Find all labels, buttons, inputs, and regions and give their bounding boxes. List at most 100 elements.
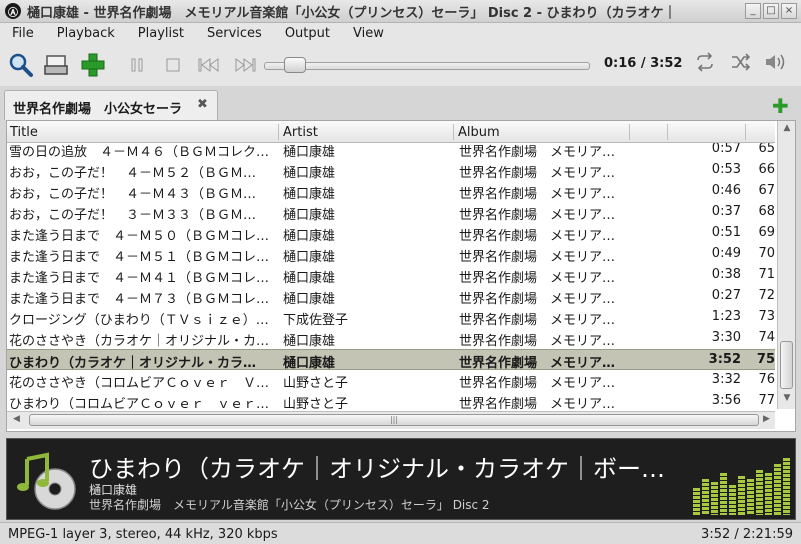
vu-bar-gap [774,491,781,492]
track-length-cell: 3:32 [711,372,741,387]
track-title-cell: また逢う日まで ４－Ｍ５０（ＢＧＭコレ… [9,229,270,244]
vu-bar-gap [783,493,790,494]
vu-bar-gap [783,481,790,482]
column-title[interactable]: Title [10,125,38,140]
vu-bar-gap [720,476,727,477]
close-button[interactable]: × [781,3,797,19]
menu-output[interactable]: Output [273,26,341,41]
pause-icon [131,58,143,72]
vu-bar-gap [783,505,790,506]
menu-playback[interactable]: Playback [45,26,126,41]
vu-bar [756,470,763,515]
table-row[interactable]: おお，この子だ！ ４－Ｍ４３（ＢＧＭ… 樋口康雄 世界名作劇場 メモリア… 0:46 6… [7,181,775,202]
vu-bar-gap [756,489,763,490]
vu-bar-gap [774,507,781,508]
vu-bar-gap [693,507,700,508]
search-icon [9,53,33,77]
scroll-left-icon[interactable]: ◀ [13,414,20,424]
menu-file[interactable]: File [0,26,45,41]
track-length-cell: 3:56 [711,393,741,408]
stop-button[interactable] [158,50,188,80]
table-row[interactable]: 花のささやき（カラオケ｜オリジナル・カ… 樋口康雄 世界名作劇場 メモリア… 3:30… [7,328,775,349]
column-separator [629,124,630,140]
table-row[interactable]: ひまわり（カラオケ｜オリジナル・カラ… 樋口康雄 世界名作劇場 メモリア… 3:52 7… [7,349,775,371]
track-number-cell: 77 [758,393,775,408]
now-playing-title: ひまわり（カラオケ｜オリジナル・カラオケ｜ボー… [89,455,665,483]
vu-bar-gap [783,513,790,514]
table-row[interactable]: また逢う日まで ４－Ｍ４１（ＢＧＭコレ… 樋口康雄 世界名作劇場 メモリア… 0:38… [7,265,775,286]
vu-bar-gap [774,467,781,468]
vu-bar-gap [756,485,763,486]
vu-bar-gap [729,496,736,497]
track-number-cell: 70 [758,246,775,261]
vu-bar-gap [729,488,736,489]
previous-button[interactable] [194,50,224,80]
volume-button[interactable] [764,52,788,77]
track-number-cell: 66 [758,162,775,177]
column-artist[interactable]: Artist [283,125,318,140]
open-button[interactable] [42,50,72,80]
track-album-cell: 世界名作劇場 メモリア… [459,271,616,286]
table-row[interactable]: おお，この子だ！ ４－Ｍ５２（ＢＧＭ… 樋口康雄 世界名作劇場 メモリア… 0:53 6… [7,160,775,181]
track-title-cell: また逢う日まで ４－Ｍ４１（ＢＧＭコレ… [9,271,270,286]
track-length-cell: 1:23 [711,309,741,324]
table-row[interactable]: ひまわり（コロムビアＣｏｖｅｒ ｖｅｒ… 山野さと子 世界名作劇場 メモリア… 3:5… [7,391,775,409]
track-album-cell: 世界名作劇場 メモリア… [459,166,616,181]
vu-bar-gap [711,485,718,486]
track-artist-cell: 樋口康雄 [283,271,336,286]
track-number-cell: 68 [758,204,775,219]
seek-handle[interactable] [284,57,306,73]
vertical-scroll-thumb[interactable] [780,341,793,389]
pause-button[interactable] [122,50,152,80]
track-list: 雪の日の追放 ４－Ｍ４６（ＢＧＭコレク… 樋口康雄 世界名作劇場 メモリア… 0:57… [7,143,775,409]
table-row[interactable]: 花のささやき（コロムビアＣｏｖｅｒ Ｖ… 山野さと子 世界名作劇場 メモリア… 3:3… [7,370,775,391]
track-length-cell: 0:49 [711,246,741,261]
vu-bar-gap [702,482,709,483]
scroll-right-icon[interactable]: ▶ [763,414,770,424]
maximize-button[interactable]: □ [763,3,779,19]
repeat-button[interactable] [694,52,716,77]
seek-bar[interactable] [264,62,590,70]
vu-bar-gap [738,491,745,492]
search-button[interactable] [6,50,36,80]
table-row[interactable]: また逢う日まで ４－Ｍ７３（ＢＧＭコレ… 樋口康雄 世界名作劇場 メモリア… 0:27… [7,286,775,307]
table-row[interactable]: また逢う日まで ４－Ｍ５１（ＢＧＭコレ… 樋口康雄 世界名作劇場 メモリア… 0:49… [7,244,775,265]
table-row[interactable]: おお，この子だ！ ３－Ｍ３３（ＢＧＭ… 樋口康雄 世界名作劇場 メモリア… 0:37 6… [7,202,775,223]
table-row[interactable]: また逢う日まで ４－Ｍ５０（ＢＧＭコレ… 樋口康雄 世界名作劇場 メモリア… 0:51… [7,223,775,244]
menu-playlist[interactable]: Playlist [126,26,195,41]
vu-bar-gap [738,503,745,504]
menubar: File Playback Playlist Services Output V… [0,23,801,44]
vu-bar-gap [747,482,754,483]
column-album[interactable]: Album [458,125,500,140]
close-tab-icon[interactable]: ✖ [197,97,208,112]
next-button[interactable] [230,50,260,80]
vu-bar-gap [747,490,754,491]
horizontal-scrollbar[interactable]: ◀ ||| ▶ [7,411,775,429]
playlist-tab[interactable]: 世界名作劇場 小公女セーラ ✖ [4,90,218,120]
vu-bar-gap [720,480,727,481]
playlist-tab-label: 世界名作劇場 小公女セーラ [13,102,183,117]
track-album-cell: 世界名作劇場 メモリア… [459,376,616,391]
vu-bar-gap [774,487,781,488]
horizontal-scroll-thumb[interactable]: ||| [29,414,759,426]
vu-bar-gap [765,488,772,489]
track-title-cell: おお，この子だ！ ４－Ｍ４３（ＢＧＭ… [9,187,257,202]
add-playlist-icon[interactable]: ✚ [772,94,789,118]
open-folder-icon [44,55,68,75]
vertical-scrollbar[interactable]: ▲ ▼ [777,121,795,409]
add-button[interactable] [78,50,108,80]
vu-bar-gap [720,508,727,509]
status-time: 3:52 / 2:21:59 [701,527,793,542]
minimize-button[interactable]: _ [745,3,761,19]
table-row[interactable]: 雪の日の追放 ４－Ｍ４６（ＢＧＭコレク… 樋口康雄 世界名作劇場 メモリア… 0:57… [7,143,775,160]
vu-bar [693,488,700,515]
shuffle-button[interactable] [730,52,752,77]
column-header: Title Artist Album [7,121,775,143]
track-number-cell: 74 [758,330,775,345]
scroll-up-icon[interactable]: ▲ [780,123,794,137]
menu-view[interactable]: View [341,26,395,41]
table-row[interactable]: クロージング（ひまわり（ＴＶｓｉｚｅ）… 下成佐登子 世界名作劇場 メモリア… 1:2… [7,307,775,328]
vu-bar-gap [693,503,700,504]
menu-services[interactable]: Services [195,26,273,41]
scroll-down-icon[interactable]: ▼ [780,393,794,407]
